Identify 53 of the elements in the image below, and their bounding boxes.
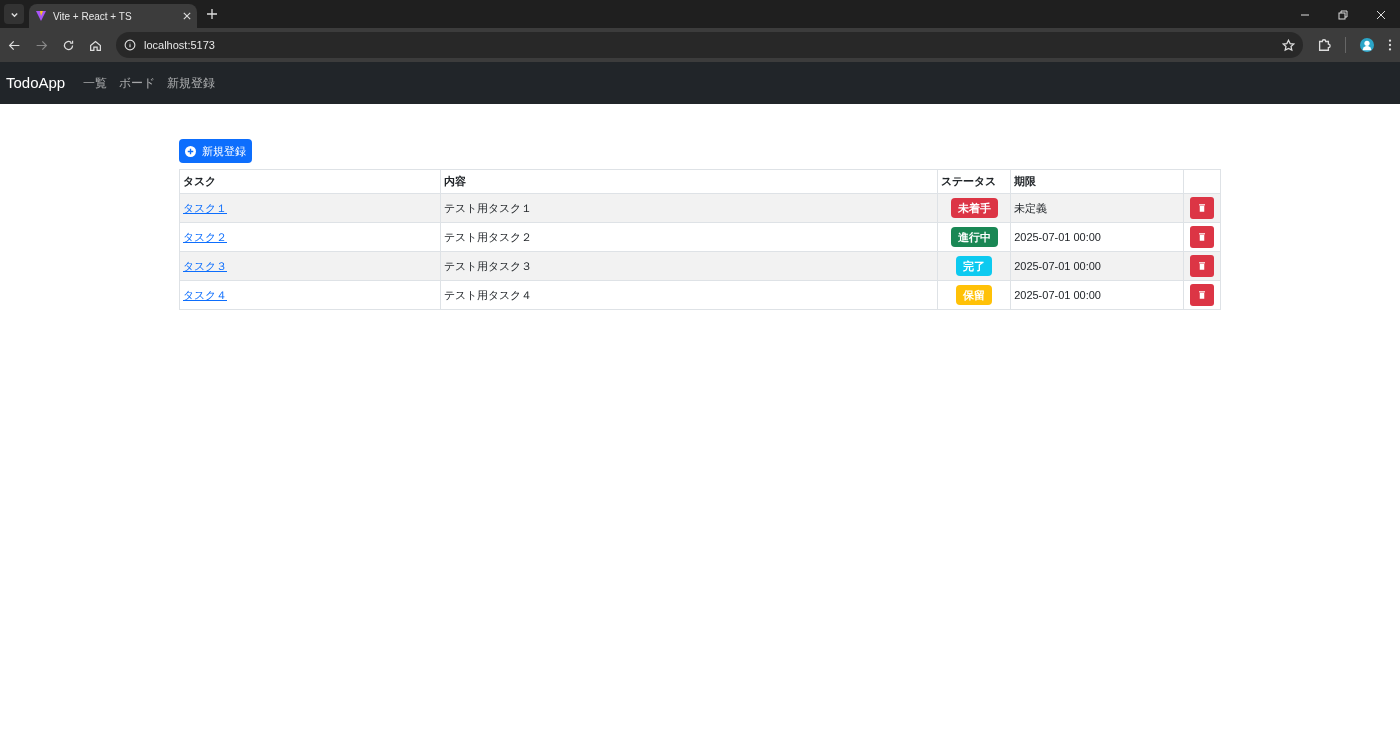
task-link[interactable]: タスク４ [183,288,227,301]
delete-button[interactable] [1190,284,1214,306]
reload-icon[interactable] [62,38,75,52]
nav-link[interactable]: 新規登録 [167,74,216,92]
menu-icon[interactable] [1388,38,1392,52]
browser-tab[interactable]: Vite + React + TS [29,4,197,28]
task-link[interactable]: タスク２ [183,230,227,243]
close-icon[interactable] [183,12,191,20]
close-icon[interactable] [1376,10,1386,20]
new-tab-icon[interactable] [207,9,217,19]
column-header: ステータス [941,175,997,188]
info-icon [124,39,136,51]
task-link[interactable]: タスク３ [183,259,227,272]
status-badge: 未着手 [950,197,998,219]
trash-icon [1199,291,1205,299]
nav-link[interactable]: ボード [119,74,156,92]
profile-avatar-icon[interactable] [1360,38,1374,52]
column-header: 期限 [1014,175,1037,188]
status-badge: 完了 [956,255,993,277]
due-date: 2025-07-01 00:00 [1014,259,1101,272]
status-badge: 保留 [956,284,993,306]
status-badge: 進行中 [950,226,998,248]
address-bar[interactable]: localhost:5173 [116,32,1303,58]
url-text: localhost:5173 [144,37,216,53]
task-content: テスト用タスク２ [443,230,532,243]
due-date: 2025-07-01 00:00 [1014,230,1101,243]
task-content: テスト用タスク４ [443,288,532,301]
restore-icon[interactable] [1338,10,1348,20]
nav-link[interactable]: 一覧 [83,74,108,92]
puzzle-icon[interactable] [1317,38,1331,52]
column-header: 内容 [443,175,466,188]
task-link[interactable]: タスク１ [183,201,227,214]
column-header: タスク [183,175,216,188]
task-content: テスト用タスク１ [443,201,532,214]
due-date: 未定義 [1014,201,1048,214]
home-icon[interactable] [89,38,102,52]
forward-icon[interactable] [35,38,48,52]
delete-button[interactable] [1190,197,1214,219]
triangle-logo-icon [35,10,47,22]
delete-button[interactable] [1190,226,1214,248]
due-date: 2025-07-01 00:00 [1014,288,1101,301]
plus-circle-icon [185,145,196,157]
delete-button[interactable] [1190,255,1214,277]
brand-link[interactable]: TodoApp [6,71,66,95]
back-icon[interactable] [8,38,21,52]
trash-icon [1199,204,1205,212]
trash-icon [1199,233,1205,241]
tab-list-button[interactable] [4,4,24,24]
new-task-button[interactable]: 新規登録 [179,139,252,163]
trash-icon [1199,262,1205,270]
tab-title: Vite + React + TS [53,9,133,24]
task-content: テスト用タスク３ [443,259,532,272]
star-icon[interactable] [1282,38,1295,52]
